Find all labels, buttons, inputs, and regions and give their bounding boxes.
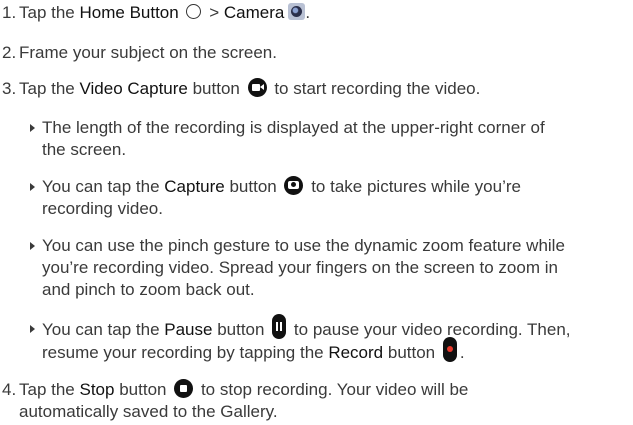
video-capture-label: Video Capture (79, 79, 188, 98)
step-text: Tap the (19, 3, 80, 22)
record-label: Record (328, 342, 384, 362)
step-number: 3. (2, 79, 17, 98)
step-text: Tap the (19, 79, 80, 98)
step-number: 1. (2, 3, 17, 22)
pause-icon (272, 314, 287, 339)
photo-capture-icon (284, 176, 304, 196)
step-text: automatically saved to the Gallery. (19, 402, 278, 421)
bullet-text: The length of the recording is displayed… (42, 118, 545, 137)
record-icon (442, 337, 457, 362)
bullet-text: You can use the pinch gesture to use the… (42, 236, 565, 255)
bullet-text: you’re recording video. Spread your fing… (42, 258, 558, 277)
home-button-label: Home Button (79, 3, 179, 22)
bullet-text: the screen. (42, 140, 127, 159)
step-number: 2. (2, 43, 17, 62)
step-text: Frame your subject on the screen. (19, 43, 277, 62)
bullet-text: and pinch to zoom back out. (42, 280, 255, 299)
camera-label: Camera (223, 3, 285, 22)
bullet-arrow-icon (30, 242, 35, 250)
capture-label: Capture (164, 177, 225, 196)
bullet-arrow-icon (30, 124, 35, 132)
stop-label: Stop (79, 380, 115, 399)
video-capture-icon (247, 78, 267, 98)
bullet-text: recording video. (42, 199, 163, 218)
pause-label: Pause (164, 319, 213, 339)
step-number: 4. (2, 380, 17, 399)
camera-app-icon (288, 3, 306, 21)
bullet-arrow-icon (30, 183, 35, 191)
bullet-arrow-icon (30, 325, 35, 333)
home-circle-icon (186, 4, 202, 20)
stop-icon (174, 379, 194, 399)
